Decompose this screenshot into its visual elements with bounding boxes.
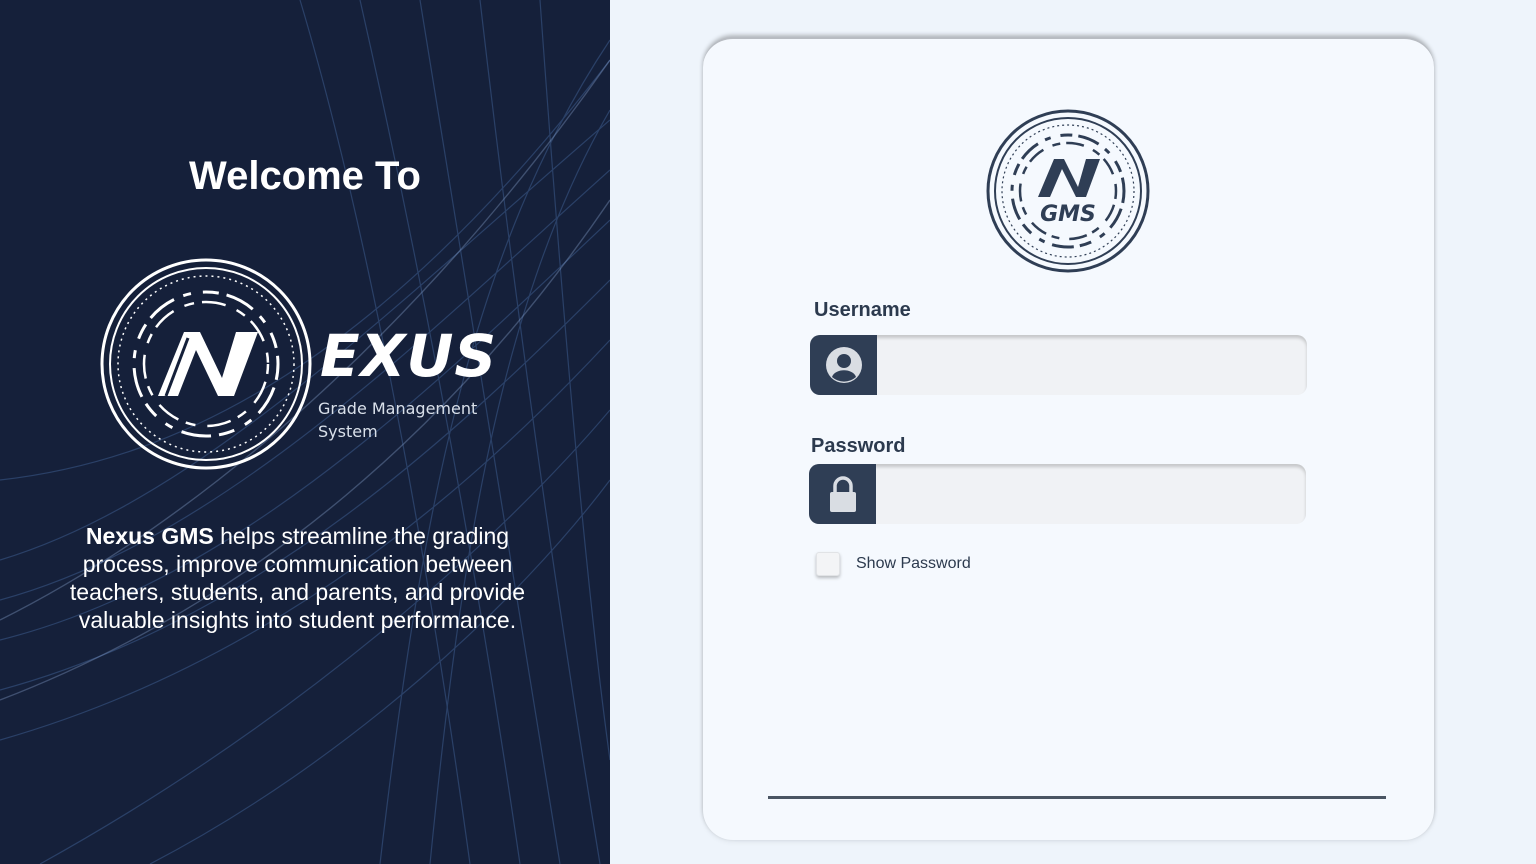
welcome-heading: Welcome To — [189, 154, 421, 198]
password-label: Password — [811, 435, 906, 457]
show-password-toggle[interactable]: Show Password — [816, 552, 971, 576]
username-input[interactable] — [877, 335, 1307, 395]
gms-logo-icon: GMS — [986, 109, 1150, 273]
show-password-checkbox[interactable] — [816, 552, 840, 576]
gms-logo-text: GMS — [1040, 202, 1096, 227]
password-field[interactable] — [809, 464, 1306, 524]
lock-icon — [809, 464, 876, 524]
brand-subtitle: Grade Management System — [318, 399, 478, 441]
divider-line — [768, 796, 1386, 799]
user-avatar-icon — [810, 335, 877, 395]
app-description: Nexus GMS helps streamline the grading p… — [60, 522, 535, 634]
login-card: GMS Username Password Show Password — [703, 37, 1434, 840]
show-password-label[interactable]: Show Password — [856, 555, 971, 573]
password-input[interactable] — [876, 464, 1306, 524]
welcome-panel: Welcome To EXUS Grade Management System … — [0, 0, 610, 864]
brand-name: EXUS — [320, 322, 498, 390]
username-field[interactable] — [810, 335, 1307, 395]
description-bold: Nexus GMS — [85, 523, 214, 549]
username-label: Username — [814, 299, 911, 321]
